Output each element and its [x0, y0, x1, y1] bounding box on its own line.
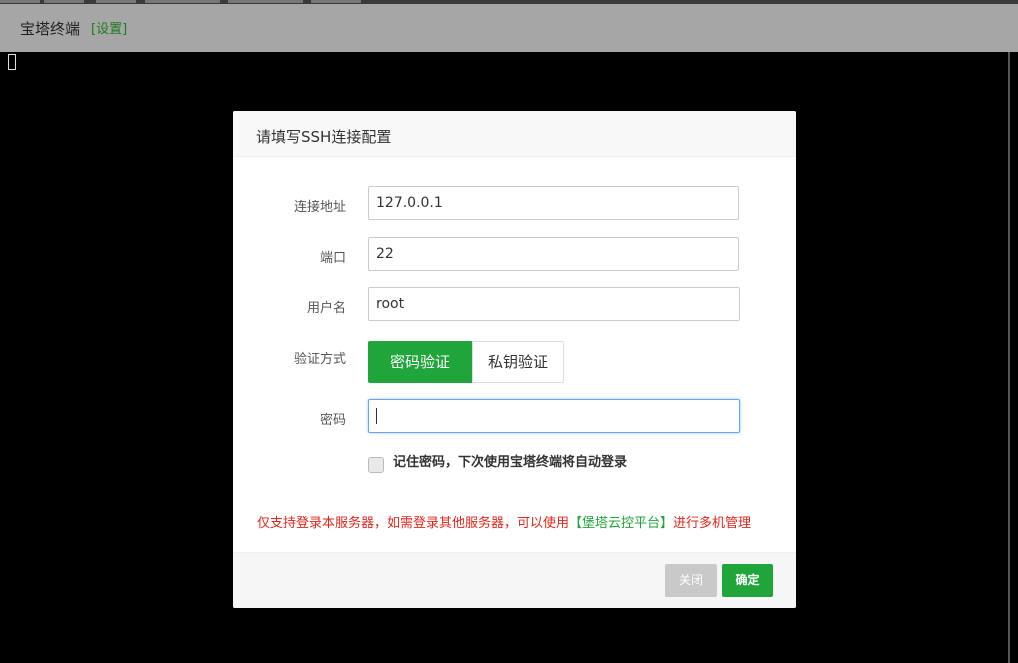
terminal-scrollbar[interactable]: [1008, 52, 1010, 663]
port-input[interactable]: 22: [368, 237, 739, 271]
private-key-auth-button[interactable]: 私钥验证: [472, 341, 564, 383]
remember-password-checkbox[interactable]: [368, 457, 384, 473]
remember-password-label[interactable]: 记住密码，下次使用宝塔终端将自动登录: [393, 451, 627, 470]
notice-before: 仅支持登录本服务器，如需登录其他服务器，可以使用: [257, 516, 570, 531]
top-tab[interactable]: [0, 0, 40, 3]
password-auth-button[interactable]: 密码验证: [368, 341, 472, 383]
terminal-cursor: [8, 54, 16, 70]
close-button[interactable]: 关闭: [665, 564, 717, 597]
dialog-header: 请填写SSH连接配置: [233, 111, 796, 157]
top-tab[interactable]: [145, 0, 220, 3]
password-input[interactable]: [368, 399, 740, 433]
ssh-config-dialog: 请填写SSH连接配置 连接地址 127.0.0.1 端口 22 用户名 root…: [233, 111, 796, 608]
dialog-footer: 关闭 确定: [233, 552, 796, 608]
host-label: 连接地址: [293, 200, 346, 215]
password-label: 密码: [319, 413, 346, 428]
host-input[interactable]: 127.0.0.1: [368, 186, 739, 220]
terminal-titlebar: 宝塔终端 [设置]: [0, 4, 1018, 52]
username-label: 用户名: [306, 301, 346, 316]
settings-link[interactable]: [设置]: [91, 18, 127, 37]
top-tab[interactable]: [44, 0, 84, 3]
notice-text: 仅支持登录本服务器，如需登录其他服务器，可以使用【堡塔云控平台】进行多机管理: [257, 512, 751, 531]
port-label: 端口: [319, 251, 346, 266]
cloud-control-link[interactable]: 【堡塔云控平台】: [569, 516, 673, 531]
text-caret: [376, 408, 377, 424]
top-tab[interactable]: [311, 0, 361, 3]
confirm-button[interactable]: 确定: [722, 564, 773, 597]
dialog-title: 请填写SSH连接配置: [256, 128, 392, 146]
auth-method-label: 验证方式: [293, 352, 346, 367]
top-tab[interactable]: [96, 0, 136, 3]
app-title: 宝塔终端: [20, 20, 81, 38]
username-input[interactable]: root: [368, 287, 740, 321]
top-tab[interactable]: [228, 0, 303, 3]
notice-after: 进行多机管理: [673, 516, 752, 531]
